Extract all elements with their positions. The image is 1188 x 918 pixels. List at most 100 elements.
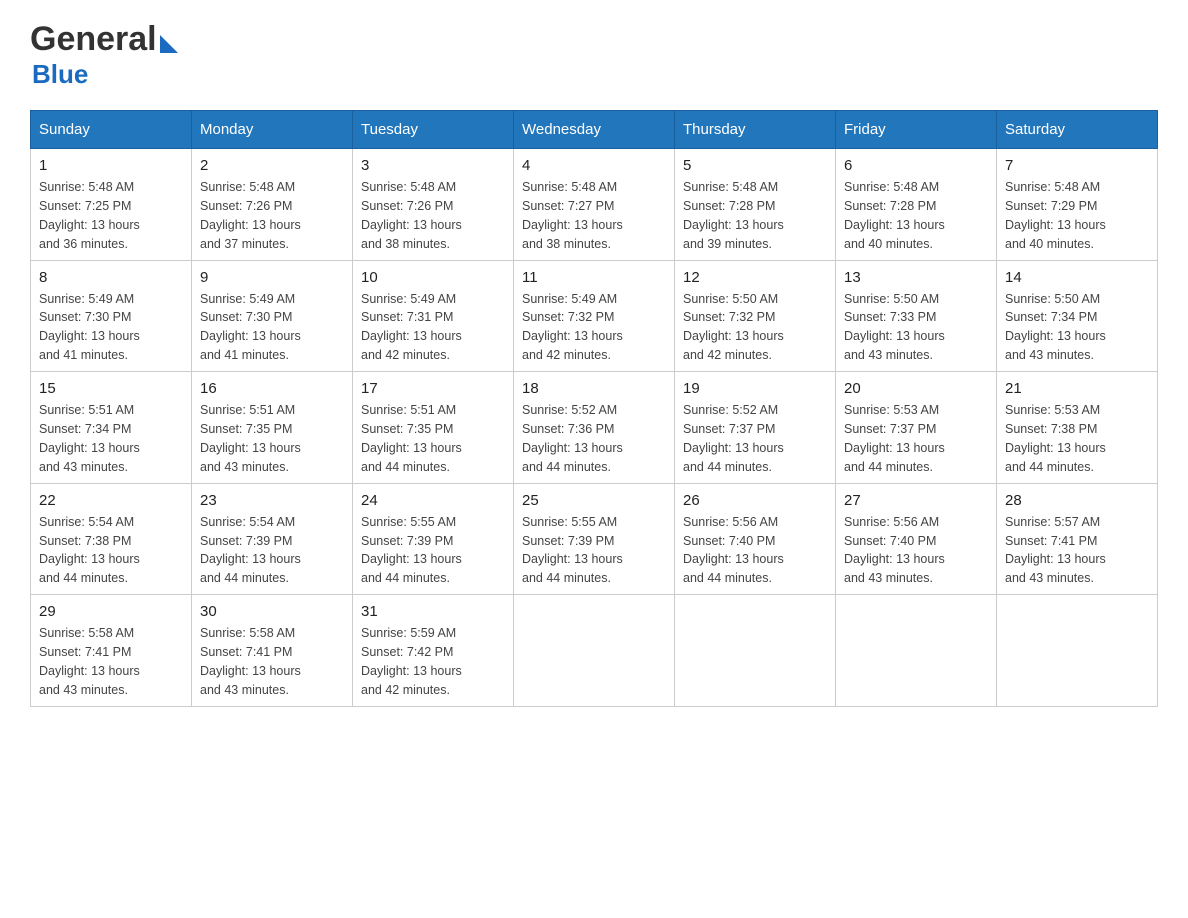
- day-number: 28: [1005, 490, 1149, 511]
- day-info: Sunrise: 5:58 AMSunset: 7:41 PMDaylight:…: [39, 626, 140, 697]
- day-number: 2: [200, 155, 344, 176]
- calendar-day-cell: 27 Sunrise: 5:56 AMSunset: 7:40 PMDaylig…: [836, 483, 997, 595]
- day-number: 22: [39, 490, 183, 511]
- calendar-day-cell: 18 Sunrise: 5:52 AMSunset: 7:36 PMDaylig…: [514, 372, 675, 484]
- day-number: 1: [39, 155, 183, 176]
- calendar-day-cell: 24 Sunrise: 5:55 AMSunset: 7:39 PMDaylig…: [353, 483, 514, 595]
- day-number: 26: [683, 490, 827, 511]
- day-number: 3: [361, 155, 505, 176]
- day-info: Sunrise: 5:56 AMSunset: 7:40 PMDaylight:…: [844, 515, 945, 586]
- day-info: Sunrise: 5:51 AMSunset: 7:35 PMDaylight:…: [200, 403, 301, 474]
- day-info: Sunrise: 5:55 AMSunset: 7:39 PMDaylight:…: [361, 515, 462, 586]
- day-info: Sunrise: 5:52 AMSunset: 7:36 PMDaylight:…: [522, 403, 623, 474]
- calendar-day-cell: 16 Sunrise: 5:51 AMSunset: 7:35 PMDaylig…: [192, 372, 353, 484]
- day-info: Sunrise: 5:55 AMSunset: 7:39 PMDaylight:…: [522, 515, 623, 586]
- logo-arrow-icon: [160, 35, 178, 53]
- col-header-wednesday: Wednesday: [514, 111, 675, 149]
- day-info: Sunrise: 5:53 AMSunset: 7:37 PMDaylight:…: [844, 403, 945, 474]
- calendar-day-cell: 10 Sunrise: 5:49 AMSunset: 7:31 PMDaylig…: [353, 260, 514, 372]
- day-number: 25: [522, 490, 666, 511]
- calendar-day-cell: 7 Sunrise: 5:48 AMSunset: 7:29 PMDayligh…: [997, 149, 1158, 261]
- calendar-day-cell: 13 Sunrise: 5:50 AMSunset: 7:33 PMDaylig…: [836, 260, 997, 372]
- calendar-day-cell: 1 Sunrise: 5:48 AMSunset: 7:25 PMDayligh…: [31, 149, 192, 261]
- day-info: Sunrise: 5:50 AMSunset: 7:34 PMDaylight:…: [1005, 292, 1106, 363]
- day-info: Sunrise: 5:48 AMSunset: 7:29 PMDaylight:…: [1005, 180, 1106, 251]
- calendar-day-cell: 30 Sunrise: 5:58 AMSunset: 7:41 PMDaylig…: [192, 595, 353, 707]
- day-number: 14: [1005, 267, 1149, 288]
- day-number: 5: [683, 155, 827, 176]
- col-header-saturday: Saturday: [997, 111, 1158, 149]
- calendar-day-cell: 4 Sunrise: 5:48 AMSunset: 7:27 PMDayligh…: [514, 149, 675, 261]
- day-info: Sunrise: 5:56 AMSunset: 7:40 PMDaylight:…: [683, 515, 784, 586]
- calendar-week-row: 22 Sunrise: 5:54 AMSunset: 7:38 PMDaylig…: [31, 483, 1158, 595]
- day-info: Sunrise: 5:49 AMSunset: 7:32 PMDaylight:…: [522, 292, 623, 363]
- calendar-week-row: 1 Sunrise: 5:48 AMSunset: 7:25 PMDayligh…: [31, 149, 1158, 261]
- day-number: 24: [361, 490, 505, 511]
- day-number: 30: [200, 601, 344, 622]
- calendar-day-cell: 21 Sunrise: 5:53 AMSunset: 7:38 PMDaylig…: [997, 372, 1158, 484]
- day-info: Sunrise: 5:58 AMSunset: 7:41 PMDaylight:…: [200, 626, 301, 697]
- day-number: 16: [200, 378, 344, 399]
- calendar-day-cell: 17 Sunrise: 5:51 AMSunset: 7:35 PMDaylig…: [353, 372, 514, 484]
- day-number: 29: [39, 601, 183, 622]
- calendar-week-row: 8 Sunrise: 5:49 AMSunset: 7:30 PMDayligh…: [31, 260, 1158, 372]
- day-number: 23: [200, 490, 344, 511]
- calendar-day-cell: 26 Sunrise: 5:56 AMSunset: 7:40 PMDaylig…: [675, 483, 836, 595]
- day-number: 21: [1005, 378, 1149, 399]
- col-header-thursday: Thursday: [675, 111, 836, 149]
- calendar-day-cell: 5 Sunrise: 5:48 AMSunset: 7:28 PMDayligh…: [675, 149, 836, 261]
- col-header-sunday: Sunday: [31, 111, 192, 149]
- day-info: Sunrise: 5:57 AMSunset: 7:41 PMDaylight:…: [1005, 515, 1106, 586]
- day-info: Sunrise: 5:53 AMSunset: 7:38 PMDaylight:…: [1005, 403, 1106, 474]
- day-info: Sunrise: 5:48 AMSunset: 7:26 PMDaylight:…: [361, 180, 462, 251]
- day-number: 18: [522, 378, 666, 399]
- calendar-table: SundayMondayTuesdayWednesdayThursdayFrid…: [30, 110, 1158, 707]
- day-number: 7: [1005, 155, 1149, 176]
- day-number: 10: [361, 267, 505, 288]
- calendar-day-cell: 31 Sunrise: 5:59 AMSunset: 7:42 PMDaylig…: [353, 595, 514, 707]
- day-info: Sunrise: 5:49 AMSunset: 7:30 PMDaylight:…: [200, 292, 301, 363]
- calendar-day-cell: 11 Sunrise: 5:49 AMSunset: 7:32 PMDaylig…: [514, 260, 675, 372]
- calendar-day-cell: 22 Sunrise: 5:54 AMSunset: 7:38 PMDaylig…: [31, 483, 192, 595]
- logo: General Blue: [30, 20, 178, 90]
- day-number: 4: [522, 155, 666, 176]
- day-info: Sunrise: 5:54 AMSunset: 7:38 PMDaylight:…: [39, 515, 140, 586]
- calendar-day-cell: [836, 595, 997, 707]
- calendar-week-row: 29 Sunrise: 5:58 AMSunset: 7:41 PMDaylig…: [31, 595, 1158, 707]
- calendar-day-cell: 14 Sunrise: 5:50 AMSunset: 7:34 PMDaylig…: [997, 260, 1158, 372]
- calendar-day-cell: [514, 595, 675, 707]
- day-info: Sunrise: 5:51 AMSunset: 7:35 PMDaylight:…: [361, 403, 462, 474]
- calendar-day-cell: 19 Sunrise: 5:52 AMSunset: 7:37 PMDaylig…: [675, 372, 836, 484]
- logo-blue-text: Blue: [32, 59, 88, 89]
- day-number: 8: [39, 267, 183, 288]
- day-number: 11: [522, 267, 666, 288]
- calendar-day-cell: 28 Sunrise: 5:57 AMSunset: 7:41 PMDaylig…: [997, 483, 1158, 595]
- day-info: Sunrise: 5:49 AMSunset: 7:30 PMDaylight:…: [39, 292, 140, 363]
- calendar-day-cell: 29 Sunrise: 5:58 AMSunset: 7:41 PMDaylig…: [31, 595, 192, 707]
- calendar-day-cell: 25 Sunrise: 5:55 AMSunset: 7:39 PMDaylig…: [514, 483, 675, 595]
- calendar-day-cell: 15 Sunrise: 5:51 AMSunset: 7:34 PMDaylig…: [31, 372, 192, 484]
- day-info: Sunrise: 5:48 AMSunset: 7:28 PMDaylight:…: [683, 180, 784, 251]
- calendar-day-cell: 6 Sunrise: 5:48 AMSunset: 7:28 PMDayligh…: [836, 149, 997, 261]
- day-info: Sunrise: 5:50 AMSunset: 7:32 PMDaylight:…: [683, 292, 784, 363]
- col-header-tuesday: Tuesday: [353, 111, 514, 149]
- calendar-day-cell: 9 Sunrise: 5:49 AMSunset: 7:30 PMDayligh…: [192, 260, 353, 372]
- day-number: 6: [844, 155, 988, 176]
- day-info: Sunrise: 5:59 AMSunset: 7:42 PMDaylight:…: [361, 626, 462, 697]
- calendar-day-cell: 12 Sunrise: 5:50 AMSunset: 7:32 PMDaylig…: [675, 260, 836, 372]
- logo-general-text: General: [30, 20, 157, 59]
- day-number: 20: [844, 378, 988, 399]
- day-number: 27: [844, 490, 988, 511]
- day-number: 12: [683, 267, 827, 288]
- day-info: Sunrise: 5:50 AMSunset: 7:33 PMDaylight:…: [844, 292, 945, 363]
- day-info: Sunrise: 5:48 AMSunset: 7:25 PMDaylight:…: [39, 180, 140, 251]
- day-number: 13: [844, 267, 988, 288]
- calendar-day-cell: [997, 595, 1158, 707]
- day-number: 19: [683, 378, 827, 399]
- day-number: 17: [361, 378, 505, 399]
- day-number: 15: [39, 378, 183, 399]
- calendar-day-cell: 23 Sunrise: 5:54 AMSunset: 7:39 PMDaylig…: [192, 483, 353, 595]
- day-info: Sunrise: 5:48 AMSunset: 7:26 PMDaylight:…: [200, 180, 301, 251]
- calendar-day-cell: [675, 595, 836, 707]
- calendar-header-row: SundayMondayTuesdayWednesdayThursdayFrid…: [31, 111, 1158, 149]
